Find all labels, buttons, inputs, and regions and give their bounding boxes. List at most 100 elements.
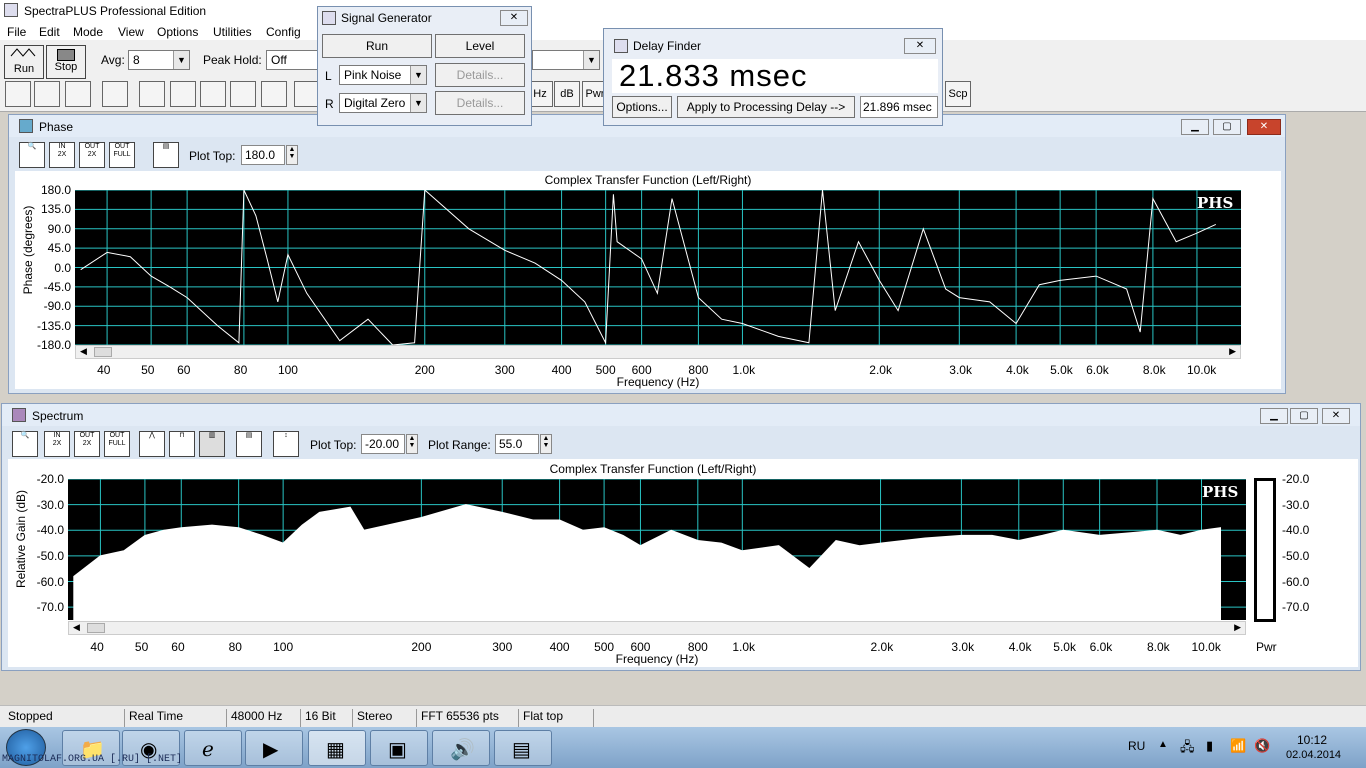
clock-date[interactable]: 02.04.2014 xyxy=(1286,749,1341,761)
presentation-taskbar-icon[interactable]: ▤ xyxy=(494,730,552,766)
bar-graph-icon[interactable]: ▥ xyxy=(199,431,225,457)
language-indicator[interactable]: RU xyxy=(1128,739,1145,753)
spectrogram-icon[interactable] xyxy=(230,81,256,107)
menu-view[interactable]: View xyxy=(118,25,144,39)
internet-explorer-taskbar-icon[interactable]: ℯ xyxy=(184,730,242,766)
save-icon[interactable] xyxy=(65,81,91,107)
peak-hold-label: Peak Hold: xyxy=(203,53,262,67)
close-icon[interactable]: ✕ xyxy=(904,38,936,54)
run-button[interactable]: Run xyxy=(4,45,44,79)
delay-finder-dialog: Delay Finder ✕ 21.833 msec Options... Ap… xyxy=(603,28,943,126)
plot-settings-icon[interactable]: ▤ xyxy=(153,142,179,168)
menu-options[interactable]: Options xyxy=(157,25,198,39)
generator-level-button[interactable]: Level xyxy=(435,34,525,58)
right-details-button[interactable]: Details... xyxy=(435,91,525,115)
chevron-down-icon: ▼ xyxy=(173,51,189,69)
zoom-out-2x-icon[interactable]: OUT 2X xyxy=(79,142,105,168)
chevron-down-icon: ▼ xyxy=(410,66,426,84)
pwr-label: Pwr xyxy=(1256,640,1277,654)
spectrum-scrollbar[interactable]: ◀ ▶ xyxy=(68,621,1246,635)
generator-run-button[interactable]: Run xyxy=(322,34,432,58)
media-player-taskbar-icon[interactable]: ▶ xyxy=(245,730,303,766)
spectraplus-taskbar-icon[interactable]: ▦ xyxy=(308,730,366,766)
scroll-left-icon[interactable]: ◀ xyxy=(80,346,87,357)
range-icon[interactable]: ↕ xyxy=(273,431,299,457)
zoom-out-full-icon[interactable]: OUT FULL xyxy=(104,431,130,457)
zoom-icon[interactable]: 🔍 xyxy=(12,431,38,457)
scroll-right-icon[interactable]: ▶ xyxy=(1234,622,1241,633)
print-icon[interactable] xyxy=(102,81,128,107)
scp-button[interactable]: Scp xyxy=(945,81,971,107)
phase-scroll-thumb[interactable] xyxy=(94,347,112,357)
maximize-icon[interactable]: ▢ xyxy=(1213,119,1241,135)
delay-options-button[interactable]: Options... xyxy=(612,96,672,118)
plot-settings-icon[interactable]: ▤ xyxy=(236,431,262,457)
menu-file[interactable]: File xyxy=(7,25,26,39)
volume-taskbar-icon[interactable]: 🔊 xyxy=(432,730,490,766)
scroll-right-icon[interactable]: ▶ xyxy=(1229,346,1236,357)
open-folder-icon[interactable] xyxy=(34,81,60,107)
phase-scrollbar[interactable]: ◀ ▶ xyxy=(75,345,1241,359)
phase-plot-top-spinner[interactable]: ▲ ▼ xyxy=(286,145,298,165)
fast-forward-icon[interactable] xyxy=(139,81,165,107)
spectrum-scroll-thumb[interactable] xyxy=(87,623,105,633)
line-graph-icon[interactable]: ⋀ xyxy=(139,431,165,457)
clock-time[interactable]: 10:12 xyxy=(1297,733,1327,747)
delay-finder-icon xyxy=(614,39,628,53)
signal-icon[interactable]: 📶 xyxy=(1230,738,1246,754)
right-channel-select[interactable]: Digital Zero ▼ xyxy=(339,93,427,113)
spectrum-plot-top-input[interactable] xyxy=(361,434,405,454)
status-channels: Stereo xyxy=(352,709,416,727)
close-icon[interactable]: ✕ xyxy=(1247,119,1281,135)
spectrum-plot-top-label: Plot Top: xyxy=(310,438,357,452)
y-tick-label: -40.0 xyxy=(36,523,64,538)
zoom-in-2x-icon[interactable]: IN 2X xyxy=(44,431,70,457)
power-meter xyxy=(1254,478,1276,622)
tray-expand-icon[interactable]: ▲ xyxy=(1158,739,1168,750)
new-file-icon[interactable] xyxy=(5,81,31,107)
left-channel-select[interactable]: Pink Noise ▼ xyxy=(339,65,427,85)
menu-mode[interactable]: Mode xyxy=(73,25,103,39)
plot-range-spinner[interactable]: ▲ ▼ xyxy=(540,434,552,454)
battery-icon[interactable]: ▮ xyxy=(1206,738,1213,754)
right-channel-label: R xyxy=(325,97,334,111)
network-icon[interactable]: 🖧 xyxy=(1180,738,1195,760)
spectrum-3d-icon[interactable] xyxy=(261,81,287,107)
phase-plot-top-input[interactable] xyxy=(241,145,285,165)
db-button[interactable]: dB xyxy=(554,81,580,107)
speaker-icon[interactable]: 🔇 xyxy=(1254,738,1270,754)
octave-graph-icon[interactable]: ⊓ xyxy=(169,431,195,457)
close-icon[interactable]: ✕ xyxy=(500,10,528,26)
delay-value-display: 21.833 msec xyxy=(612,59,938,93)
peak-hold-select[interactable]: Off xyxy=(266,50,318,70)
control-panel-taskbar-icon[interactable]: ▣ xyxy=(370,730,428,766)
mode-select[interactable]: ▼ xyxy=(532,50,600,70)
scroll-left-icon[interactable]: ◀ xyxy=(73,622,80,633)
zoom-out-2x-icon[interactable]: OUT 2X xyxy=(74,431,100,457)
phase-window: Phase ▁ ▢ ✕ 🔍 IN 2X OUT 2X OUT FULL ▤ Plot … xyxy=(8,114,1286,394)
close-icon[interactable]: ✕ xyxy=(1322,408,1350,424)
apply-processing-delay-button[interactable]: Apply to Processing Delay --> xyxy=(677,96,855,118)
maximize-icon[interactable]: ▢ xyxy=(1290,408,1318,424)
y-tick-label: -135.0 xyxy=(36,318,71,333)
minimize-icon[interactable]: ▁ xyxy=(1181,119,1209,135)
zoom-out-full-icon[interactable]: OUT FULL xyxy=(109,142,135,168)
left-details-button[interactable]: Details... xyxy=(435,63,525,87)
spectrum-window: Spectrum ▁ ▢ ✕ 🔍 IN 2X OUT 2X OUT FULL ⋀ ⊓ … xyxy=(1,403,1361,671)
stop-button[interactable]: Stop xyxy=(46,45,86,79)
phase-graph: PHS xyxy=(75,190,1241,345)
y-tick-label-right: -70.0 xyxy=(1282,600,1310,615)
zoom-icon[interactable]: 🔍 xyxy=(19,142,45,168)
plot-range-input[interactable] xyxy=(495,434,539,454)
minimize-icon[interactable]: ▁ xyxy=(1260,408,1288,424)
avg-select[interactable]: 8 ▼ xyxy=(128,50,190,70)
transfer-function-icon[interactable] xyxy=(170,81,196,107)
menu-utilities[interactable]: Utilities xyxy=(213,25,252,39)
menu-edit[interactable]: Edit xyxy=(39,25,60,39)
zoom-in-2x-icon[interactable]: IN 2X xyxy=(49,142,75,168)
plot-top-spinner[interactable]: ▲ ▼ xyxy=(406,434,418,454)
signal-generator-title: Signal Generator xyxy=(341,11,432,25)
run-label: Run xyxy=(13,63,35,75)
menu-config[interactable]: Config xyxy=(266,25,301,39)
waveform-icon[interactable] xyxy=(200,81,226,107)
